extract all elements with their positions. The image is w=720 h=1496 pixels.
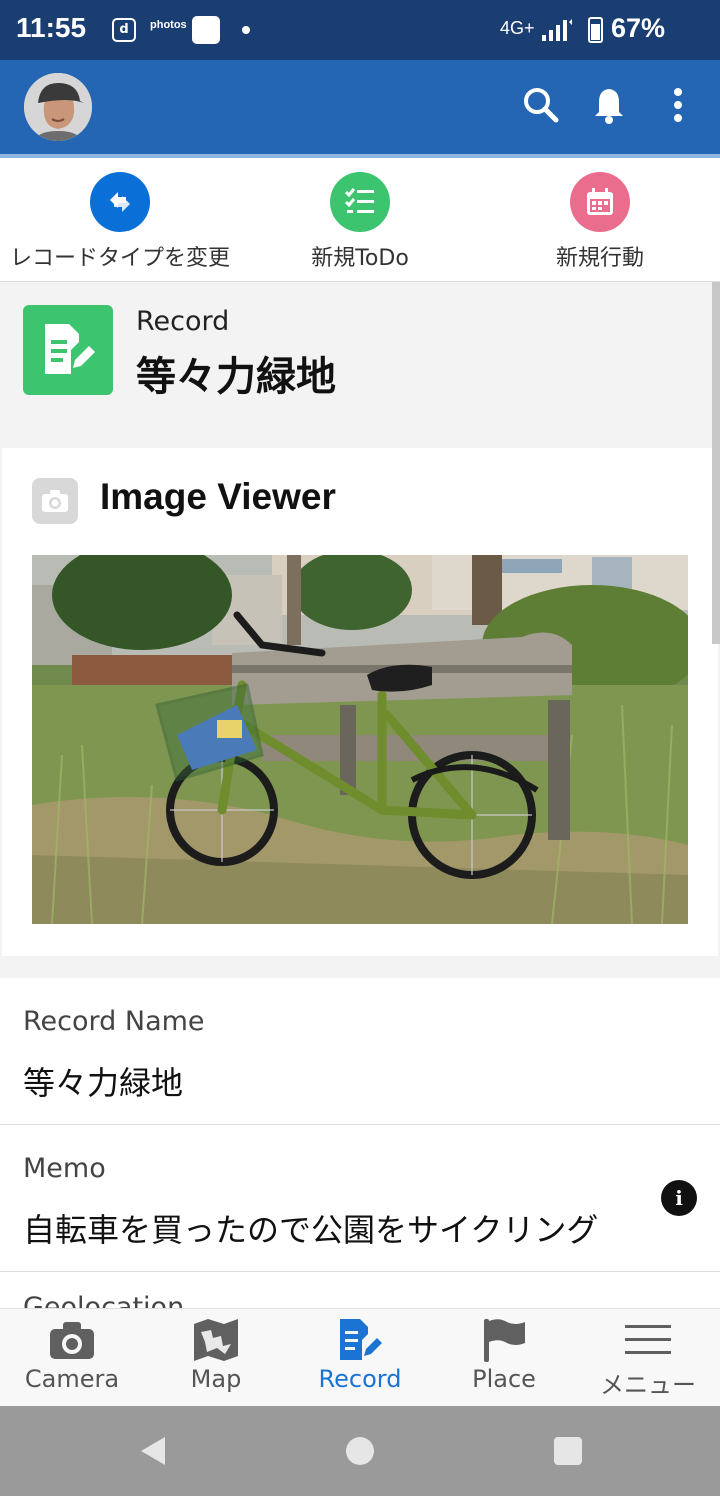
photos-icon: photos xyxy=(150,19,187,31)
recents-button[interactable] xyxy=(548,1431,588,1471)
tab-label: Map xyxy=(190,1365,242,1393)
menu-icon xyxy=(625,1325,671,1354)
search-icon xyxy=(524,88,559,123)
action-label: 新規行動 xyxy=(555,246,644,271)
new-event-action[interactable]: 新規行動 xyxy=(480,172,720,272)
d-app-icon: d xyxy=(112,18,136,42)
network-type: 4G+ xyxy=(500,18,535,38)
change-record-type-action[interactable]: レコードタイプを変更 xyxy=(0,172,240,272)
tab-menu[interactable]: メニュー xyxy=(576,1309,720,1407)
signal-icon xyxy=(542,19,572,41)
status-bar: 11:55 d photos 4G+ 67% xyxy=(0,0,720,60)
record-fields: Record Name 等々力緑地 Memo 自転車を買ったので公園をサイクリン… xyxy=(0,978,720,1308)
record-icon xyxy=(340,1319,382,1360)
field-label: Geolocation xyxy=(23,1292,185,1308)
battery-percent: 67% xyxy=(611,13,666,43)
change-record-type-icon xyxy=(90,172,150,232)
action-label: レコードタイプを変更 xyxy=(9,246,230,271)
back-button[interactable] xyxy=(132,1431,172,1471)
home-icon xyxy=(346,1437,374,1465)
more-vertical-icon xyxy=(674,88,682,122)
tab-label: メニュー xyxy=(600,1371,696,1399)
tab-record[interactable]: Record xyxy=(288,1309,432,1407)
field-value[interactable]: 自転車を買ったので公園をサイクリング xyxy=(23,1205,598,1251)
info-icon[interactable]: i xyxy=(661,1180,697,1216)
record-name-field: Record Name 等々力緑地 xyxy=(0,978,720,1125)
new-todo-action[interactable]: 新規ToDo xyxy=(240,172,480,272)
camera-icon xyxy=(32,478,78,524)
avatar[interactable] xyxy=(24,73,92,141)
tab-map[interactable]: Map xyxy=(144,1309,288,1407)
bell-icon xyxy=(595,89,623,124)
calendar-icon xyxy=(570,172,630,232)
battery-icon xyxy=(588,17,603,43)
tab-label: Place xyxy=(472,1365,536,1393)
tab-label: Record xyxy=(318,1365,402,1393)
notification-dot-icon xyxy=(242,26,250,34)
tab-place[interactable]: Place xyxy=(432,1309,576,1407)
record-type: Record xyxy=(136,306,230,337)
action-label: 新規ToDo xyxy=(311,246,409,271)
tab-label: Camera xyxy=(24,1365,120,1393)
flag-icon xyxy=(484,1319,525,1362)
field-label: Record Name xyxy=(23,1006,205,1037)
memo-field: Memo 自転車を買ったので公園をサイクリング i xyxy=(0,1125,720,1272)
bicycle-photo[interactable] xyxy=(32,555,688,924)
bottom-tab-bar: Camera Map Record Place メニュー xyxy=(0,1308,720,1406)
image-viewer-card: Image Viewer xyxy=(2,448,718,956)
field-label: Memo xyxy=(23,1153,106,1184)
back-icon xyxy=(141,1437,165,1465)
image-viewer-title: Image Viewer xyxy=(100,476,336,517)
search-button[interactable] xyxy=(518,82,564,128)
notifications-button[interactable] xyxy=(586,82,632,128)
record-title: 等々力緑地 xyxy=(136,354,336,400)
field-value[interactable]: 等々力緑地 xyxy=(23,1058,183,1104)
home-button[interactable] xyxy=(340,1431,380,1471)
todo-list-icon xyxy=(330,172,390,232)
app-header xyxy=(0,60,720,158)
map-icon xyxy=(194,1319,238,1361)
more-options-button[interactable] xyxy=(655,82,701,128)
geolocation-field: Geolocation xyxy=(0,1272,720,1308)
system-navigation-bar xyxy=(0,1406,720,1496)
camera-icon xyxy=(50,1322,94,1359)
recents-icon xyxy=(554,1437,582,1465)
tab-camera[interactable]: Camera xyxy=(0,1309,144,1407)
record-header: Record 等々力緑地 xyxy=(0,282,712,448)
quick-actions: レコードタイプを変更 新規ToDo 新規行動 xyxy=(0,158,720,282)
record-icon xyxy=(23,305,113,395)
scrollbar[interactable] xyxy=(712,282,720,644)
status-time: 11:55 xyxy=(16,12,87,43)
app-notification-icon xyxy=(192,16,220,44)
